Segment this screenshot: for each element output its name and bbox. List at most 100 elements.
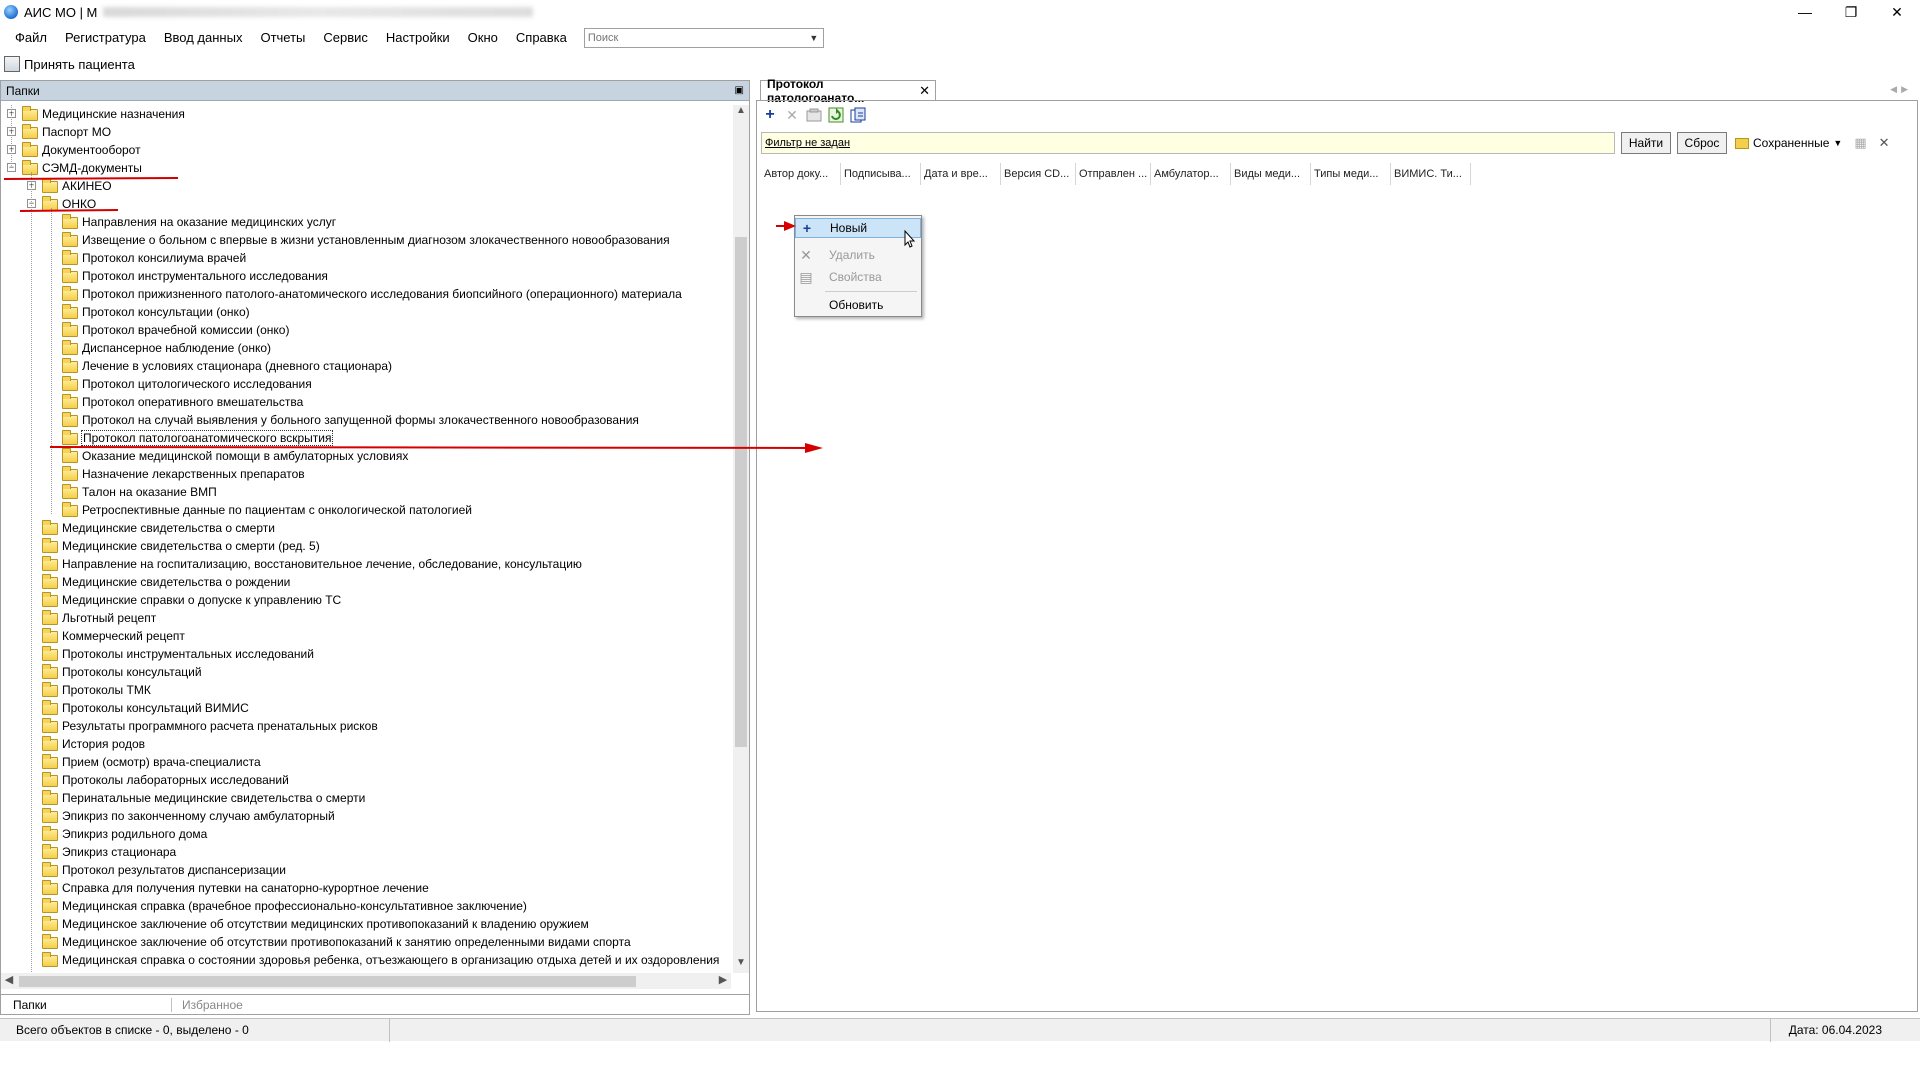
- tree-item[interactable]: Протоколы ТМК: [1, 681, 731, 699]
- menu-data-entry[interactable]: Ввод данных: [155, 30, 252, 45]
- search-input[interactable]: [584, 28, 805, 47]
- tree-item[interactable]: Протоколы лабораторных исследований: [1, 771, 731, 789]
- tree-horizontal-scrollbar[interactable]: ◀ ▶: [1, 973, 731, 989]
- accept-patient-button[interactable]: Принять пациента: [24, 57, 135, 72]
- tree-item[interactable]: + Медицинские назначения: [1, 105, 731, 123]
- scroll-up-icon[interactable]: ▲: [733, 105, 749, 121]
- column-header[interactable]: ВИМИС. Ти...: [1391, 163, 1471, 185]
- tree-item[interactable]: Лечение в условиях стационара (дневного …: [1, 357, 731, 375]
- tree-item[interactable]: − ОНКО: [1, 195, 731, 213]
- tree-item[interactable]: Протокол инструментального исследования: [1, 267, 731, 285]
- tab-favorites[interactable]: Избранное: [171, 997, 341, 1012]
- tree-item[interactable]: Протокол прижизненного патолого-анатомич…: [1, 285, 731, 303]
- minimize-button[interactable]: —: [1782, 0, 1828, 24]
- hscroll-thumb[interactable]: [19, 976, 636, 987]
- tree-item[interactable]: + АКИНЕО: [1, 177, 731, 195]
- column-header[interactable]: Автор доку...: [761, 163, 841, 185]
- tree-vertical-scrollbar[interactable]: ▲ ▼: [733, 105, 749, 973]
- document-tab[interactable]: Протокол патологоанато... ✕: [760, 77, 936, 105]
- tree-item[interactable]: Справка для получения путевки на санатор…: [1, 879, 731, 897]
- menu-file[interactable]: Файл: [6, 30, 56, 45]
- properties-icon[interactable]: [805, 106, 823, 124]
- column-header[interactable]: Дата и вре...: [921, 163, 1001, 185]
- tree-item[interactable]: Направления на оказание медицинских услу…: [1, 213, 731, 231]
- saved-filters-dropdown[interactable]: Сохраненные ▼: [1735, 136, 1842, 150]
- tree-item[interactable]: Эпикриз по законченному случаю амбулатор…: [1, 807, 731, 825]
- find-button[interactable]: Найти: [1621, 132, 1671, 154]
- close-icon[interactable]: ✕: [919, 83, 930, 99]
- tree-item[interactable]: Протокол врачебной комиссии (онко): [1, 321, 731, 339]
- menu-reports[interactable]: Отчеты: [251, 30, 314, 45]
- tree-item[interactable]: Протокол оперативного вмешательства: [1, 393, 731, 411]
- tree-item[interactable]: Талон на оказание ВМП: [1, 483, 731, 501]
- reset-button[interactable]: Сброс: [1677, 132, 1727, 154]
- tree-item[interactable]: Протокол консультации (онко): [1, 303, 731, 321]
- column-header[interactable]: Амбулатор...: [1151, 163, 1231, 185]
- refresh-icon[interactable]: [827, 106, 845, 124]
- tree-item[interactable]: Протокол результатов диспансеризации: [1, 861, 731, 879]
- tree-item[interactable]: Протокол патологоанатомического вскрытия: [1, 429, 731, 447]
- filter-link[interactable]: Фильтр не задан: [765, 137, 850, 149]
- tree-item[interactable]: Эпикриз стационара: [1, 843, 731, 861]
- tree-item[interactable]: Коммерческий рецепт: [1, 627, 731, 645]
- tree-item[interactable]: Назначение лекарственных препаратов: [1, 465, 731, 483]
- pin-icon[interactable]: ▣: [735, 85, 744, 96]
- pin-filter-icon[interactable]: ▦: [1854, 135, 1866, 151]
- column-header[interactable]: Версия CD...: [1001, 163, 1076, 185]
- menu-settings[interactable]: Настройки: [377, 30, 459, 45]
- column-header[interactable]: Подписыва...: [841, 163, 921, 185]
- tree-item[interactable]: − СЭМД-документы: [1, 159, 731, 177]
- tree-item[interactable]: Ретроспективные данные по пациентам с он…: [1, 501, 731, 519]
- tree-item[interactable]: Медицинская справка о состоянии здоровья…: [1, 951, 731, 969]
- scroll-left-icon[interactable]: ◀: [1, 973, 17, 989]
- context-menu-delete[interactable]: ✕ Удалить: [795, 245, 921, 265]
- tree-item[interactable]: Медицинская справка (врачебное профессио…: [1, 897, 731, 915]
- tree-item[interactable]: Диспансерное наблюдение (онко): [1, 339, 731, 357]
- export-icon[interactable]: [849, 106, 867, 124]
- tree-item[interactable]: Перинатальные медицинские свидетельства …: [1, 789, 731, 807]
- tree-item[interactable]: Медицинские свидетельства о рождении: [1, 573, 731, 591]
- tree-item[interactable]: Протоколы консультаций: [1, 663, 731, 681]
- tree-item[interactable]: Направление на госпитализацию, восстанов…: [1, 555, 731, 573]
- chevron-down-icon[interactable]: ▼: [805, 33, 823, 43]
- tree-item[interactable]: Протоколы консультаций ВИМИС: [1, 699, 731, 717]
- delete-icon[interactable]: ✕: [783, 106, 801, 124]
- scroll-thumb[interactable]: [735, 237, 747, 747]
- menu-registry[interactable]: Регистратура: [56, 30, 155, 45]
- context-menu-refresh[interactable]: Обновить: [795, 295, 921, 315]
- tree-item[interactable]: Медицинские справки о допуске к управлен…: [1, 591, 731, 609]
- tree-item[interactable]: Оказание медицинской помощи в амбулаторн…: [1, 447, 731, 465]
- tree-item[interactable]: Медицинское заключение об отсутствии мед…: [1, 915, 731, 933]
- context-menu-new[interactable]: + Новый: [795, 218, 921, 238]
- tree-item[interactable]: Эпикриз родильного дома: [1, 825, 731, 843]
- tab-nav-arrows-icon[interactable]: ◀▶: [1890, 84, 1912, 95]
- tree-item[interactable]: Протокол на случай выявления у больного …: [1, 411, 731, 429]
- scroll-down-icon[interactable]: ▼: [733, 957, 749, 973]
- tree-item[interactable]: Прием (осмотр) врача-специалиста: [1, 753, 731, 771]
- column-header[interactable]: Виды меди...: [1231, 163, 1311, 185]
- filter-box[interactable]: Фильтр не задан: [761, 132, 1615, 154]
- tree-item[interactable]: Протоколы инструментальных исследований: [1, 645, 731, 663]
- context-menu-properties[interactable]: ▤ Свойства: [795, 267, 921, 287]
- tab-folders[interactable]: Папки: [1, 998, 171, 1012]
- tree-item[interactable]: + Паспорт МО: [1, 123, 731, 141]
- clear-filter-icon[interactable]: ✕: [1879, 135, 1890, 151]
- tree-item[interactable]: Извещение о больном с впервые в жизни ус…: [1, 231, 731, 249]
- close-window-button[interactable]: ✕: [1874, 0, 1920, 24]
- tree-item[interactable]: Медицинские свидетельства о смерти: [1, 519, 731, 537]
- menu-window[interactable]: Окно: [459, 30, 507, 45]
- tree-item[interactable]: Протокол консилиума врачей: [1, 249, 731, 267]
- tree-item[interactable]: + Документооборот: [1, 141, 731, 159]
- tree-item[interactable]: Медицинское заключение об отсутствии про…: [1, 933, 731, 951]
- column-header[interactable]: Типы меди...: [1311, 163, 1391, 185]
- tree-item[interactable]: Протокол цитологического исследования: [1, 375, 731, 393]
- tree-item[interactable]: Медицинские свидетельства о смерти (ред.…: [1, 537, 731, 555]
- column-header[interactable]: Отправлен ...: [1076, 163, 1151, 185]
- menu-help[interactable]: Справка: [507, 30, 576, 45]
- scroll-right-icon[interactable]: ▶: [715, 973, 731, 989]
- tree-item[interactable]: Льготный рецепт: [1, 609, 731, 627]
- restore-button[interactable]: ❐: [1828, 0, 1874, 24]
- add-icon[interactable]: +: [761, 106, 779, 124]
- tree-item[interactable]: История родов: [1, 735, 731, 753]
- menu-service[interactable]: Сервис: [314, 30, 377, 45]
